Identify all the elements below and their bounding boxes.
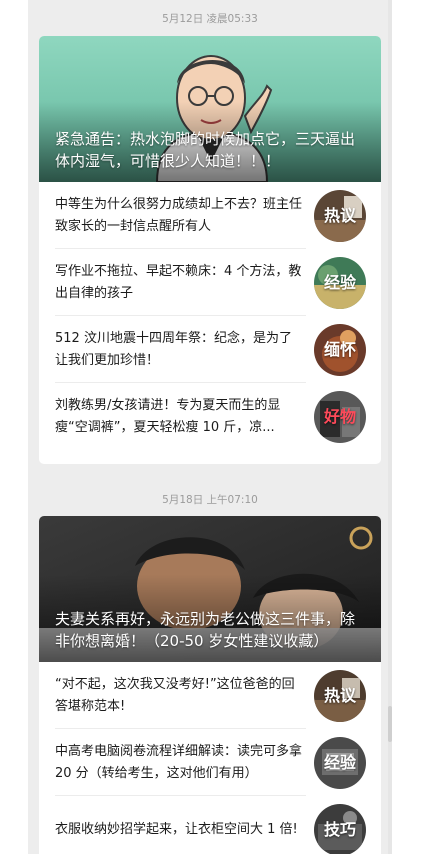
list-item-title: 写作业不拖拉、早起不赖床：4 个方法，教出自律的孩子 [55,263,302,301]
timestamp: 5月18日 上午07:10 [162,494,258,506]
timestamp: 5月12日 凌晨05:33 [162,13,258,25]
thumbnail-tag: 好物 [323,406,356,426]
thumbnail: 技巧 [314,803,366,854]
thumbnail-tag: 缅怀 [323,339,356,359]
thumbnail-tag: 技巧 [323,819,356,839]
hero-title: 夫妻关系再好，永远别为老公做这三件事，除非你想离婚！（20-50 岁女性建议收藏… [55,610,356,650]
list-item-title: 衣服收纳妙招学起来，让衣柜空间大 1 倍! [55,821,298,837]
scrollbar[interactable] [388,0,392,854]
list-item-title: 刘教练男/女孩请进！专为夏天而生的显瘦“空调裤”，夏天轻松瘦 10 斤，凉... [55,397,281,435]
hero-title: 紧急通告：热水泡脚的时候加点它，三天逼出体内湿气，可惜很少人知道！！！ [55,130,356,170]
article-feed[interactable]: 5月12日 凌晨05:33 紧急通告：热水泡脚的时候加点它，三天逼出体内湿气，可… [28,0,392,854]
thumbnail: 缅怀 [314,323,366,376]
hero-article[interactable]: 夫妻关系再好，永远别为老公做这三件事，除非你想离婚！（20-50 岁女性建议收藏… [39,516,381,662]
thumbnail-tag: 经验 [323,272,356,292]
list-item[interactable]: 衣服收纳妙招学起来，让衣柜空间大 1 倍! 技巧 [39,796,381,854]
thumbnail: 热议 [314,189,366,242]
list-item[interactable]: 中高考电脑阅卷流程详细解读：读完可多拿 20 分（转给考生，这对他们有用） 经验 [39,729,381,796]
list-item-title: 512 汶川地震十四周年祭：纪念，是为了让我们更加珍惜！ [55,330,292,368]
thumbnail: 经验 [314,256,366,309]
list-item-title: 中等生为什么很努力成绩却上不去？班主任致家长的一封信点醒所有人 [55,196,303,234]
list-item[interactable]: 写作业不拖拉、早起不赖床：4 个方法，教出自律的孩子 经验 [39,249,381,316]
list-item[interactable]: “对不起，这次我又没考好!”这位爸爸的回答堪称范本! 热议 [39,662,381,729]
thumbnail: 热议 [314,669,366,722]
list-item-title: “对不起，这次我又没考好!”这位爸爸的回答堪称范本! [55,676,295,714]
list-item[interactable]: 中等生为什么很努力成绩却上不去？班主任致家长的一封信点醒所有人 热议 [39,182,381,249]
thumbnail-tag: 热议 [323,205,356,225]
thumbnail: 经验 [314,736,366,789]
thumbnail-tag: 经验 [323,752,356,772]
scrollbar-thumb[interactable] [388,706,392,742]
hero-article[interactable]: 紧急通告：热水泡脚的时候加点它，三天逼出体内湿气，可惜很少人知道！！！ [39,36,381,182]
list-item[interactable]: 刘教练男/女孩请进！专为夏天而生的显瘦“空调裤”，夏天轻松瘦 10 斤，凉...… [39,383,381,450]
article-card: 夫妻关系再好，永远别为老公做这三件事，除非你想离婚！（20-50 岁女性建议收藏… [39,516,381,854]
thumbnail: 好物 [314,390,366,443]
list-item-title: 中高考电脑阅卷流程详细解读：读完可多拿 20 分（转给考生，这对他们有用） [55,743,303,781]
list-item[interactable]: 512 汶川地震十四周年祭：纪念，是为了让我们更加珍惜！ 缅怀 [39,316,381,383]
article-card: 紧急通告：热水泡脚的时候加点它，三天逼出体内湿气，可惜很少人知道！！！ 中等生为… [39,36,381,464]
thumbnail-tag: 热议 [323,685,356,705]
